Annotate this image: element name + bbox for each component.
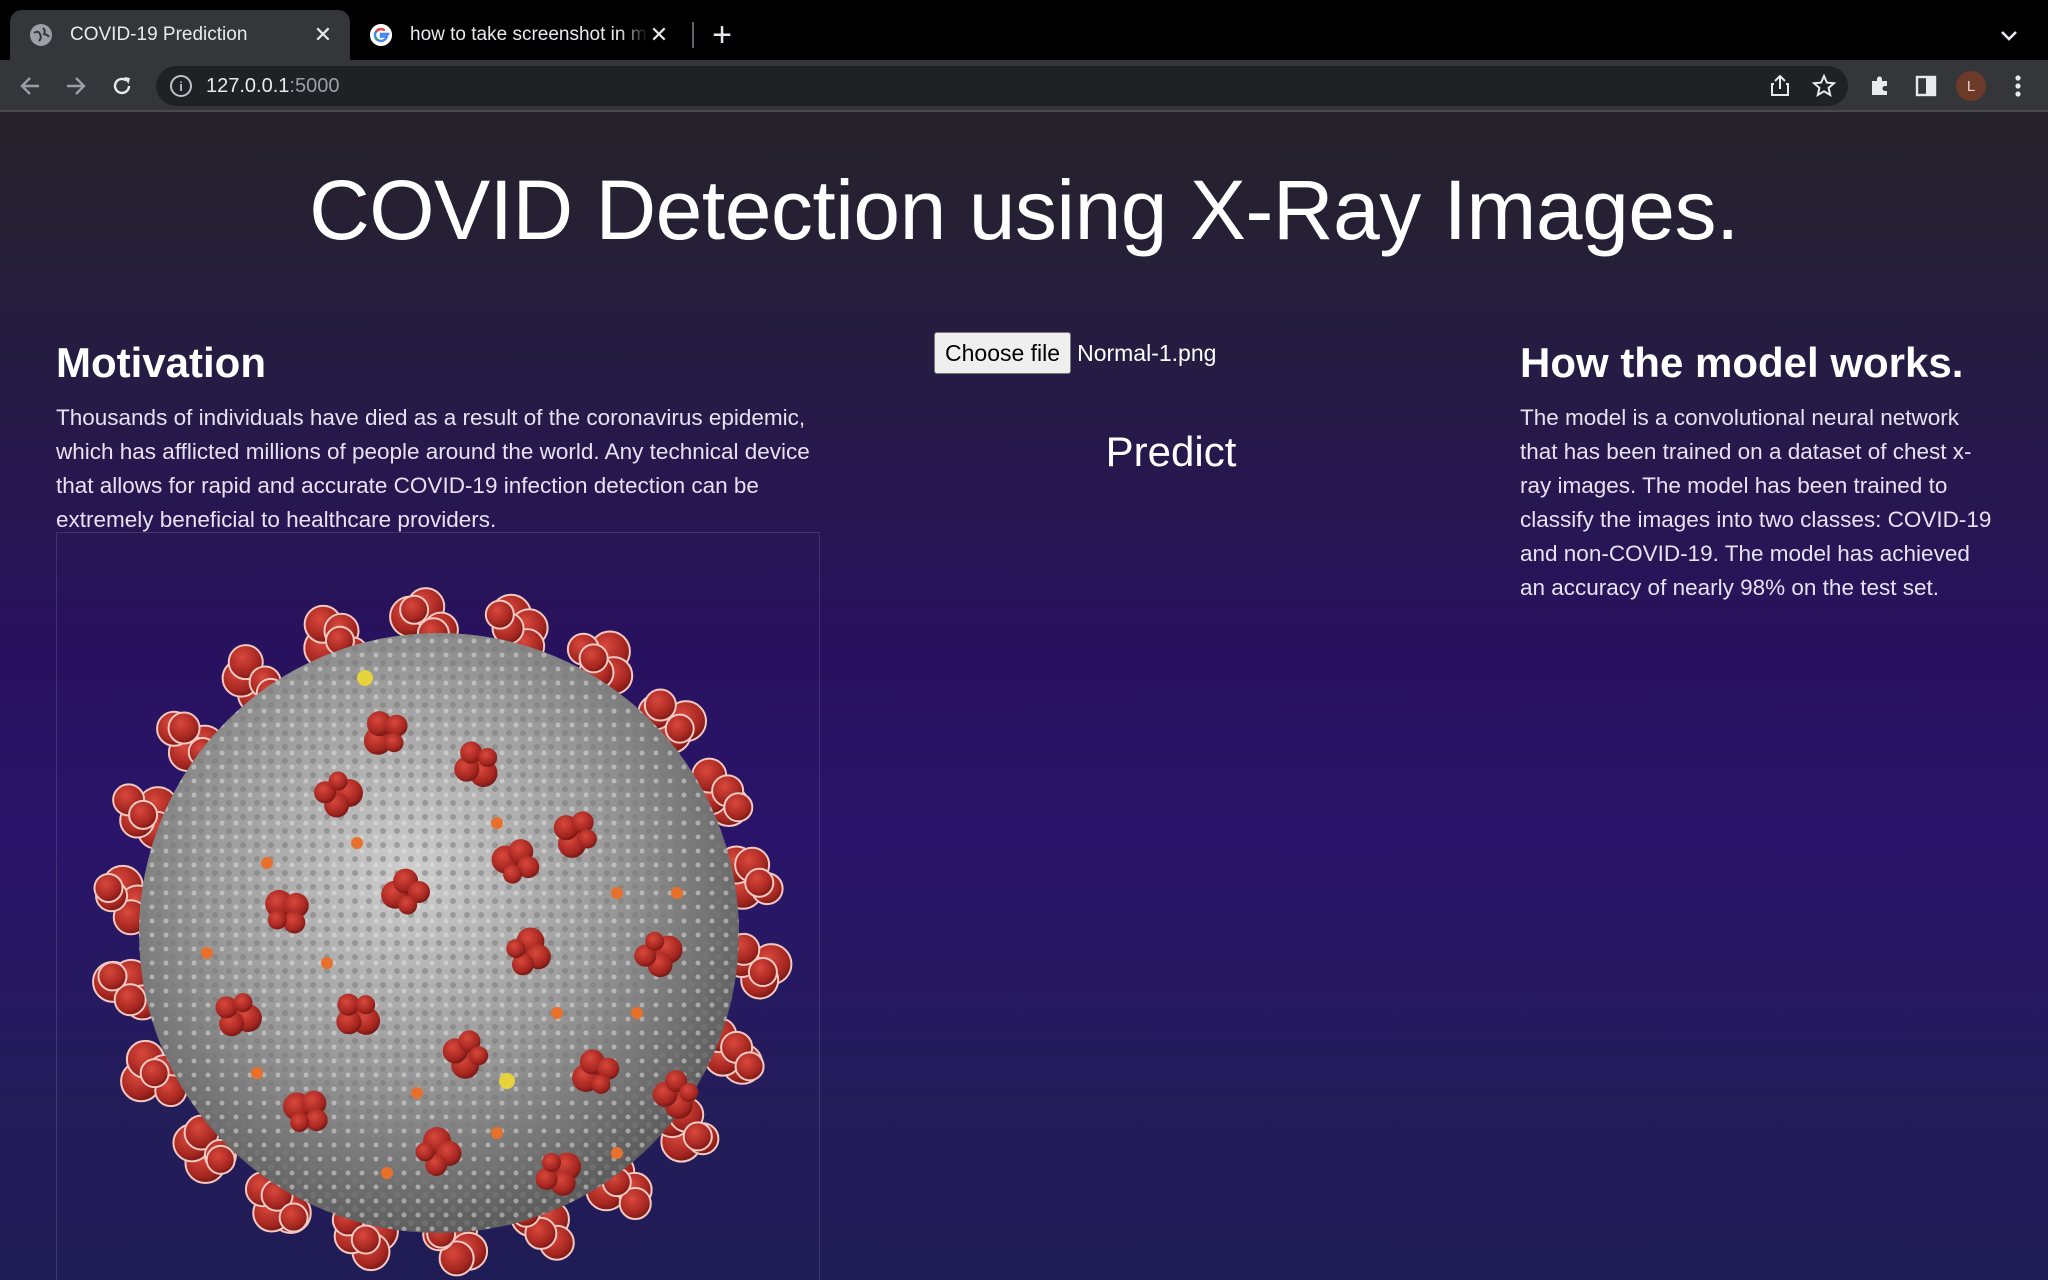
surface-spike bbox=[503, 864, 523, 884]
forward-button[interactable] bbox=[58, 68, 94, 104]
choose-file-button[interactable]: Choose file bbox=[934, 332, 1072, 374]
motivation-heading: Motivation bbox=[56, 339, 266, 386]
spike-blob bbox=[139, 1058, 170, 1089]
tab-title: how to take screenshot in mac bbox=[410, 24, 648, 45]
coronavirus-image bbox=[56, 532, 820, 1280]
surface-spike bbox=[591, 1074, 611, 1094]
web-page: COVID Detection using X-Ray Images. Moti… bbox=[0, 112, 2048, 1280]
surface-spike bbox=[328, 771, 348, 791]
spike-blob bbox=[97, 961, 128, 992]
tab-title: COVID-19 Prediction bbox=[70, 24, 248, 45]
browser-toolbar: i 127.0.0.1:5000 L bbox=[0, 60, 2048, 112]
tab-covid-prediction[interactable]: COVID-19 Prediction ✕ bbox=[10, 10, 350, 60]
surface-spike bbox=[233, 993, 253, 1013]
spike-blob bbox=[128, 799, 159, 830]
spike-blob bbox=[278, 1202, 309, 1233]
yellow-protein-dot bbox=[357, 670, 373, 686]
model-heading: How the model works. bbox=[1520, 339, 1964, 386]
surface-spike bbox=[398, 895, 418, 915]
orange-protein-dot bbox=[611, 1147, 623, 1159]
orange-protein-dot bbox=[631, 1007, 643, 1019]
forward-arrow-icon bbox=[67, 77, 86, 95]
orange-protein-dot bbox=[251, 1067, 263, 1079]
surface-spike bbox=[385, 714, 408, 737]
predict-button[interactable]: Predict bbox=[1086, 422, 1256, 482]
google-icon bbox=[370, 24, 392, 46]
site-info-icon[interactable]: i bbox=[170, 75, 192, 97]
profile-avatar[interactable]: L bbox=[1956, 71, 1986, 101]
surface-spike bbox=[384, 733, 404, 753]
orange-protein-dot bbox=[321, 957, 333, 969]
spike-blob bbox=[350, 1224, 381, 1255]
page-title: COVID Detection using X-Ray Images. bbox=[309, 163, 1739, 257]
orange-protein-dot bbox=[201, 947, 213, 959]
surface-spike bbox=[267, 910, 287, 930]
spike-blob bbox=[744, 867, 775, 898]
menu-kebab-icon[interactable] bbox=[2000, 68, 2036, 104]
orange-protein-dot bbox=[491, 817, 503, 829]
spike-blob bbox=[734, 1051, 765, 1082]
surface-spike bbox=[541, 1152, 561, 1172]
surface-spike bbox=[469, 1046, 489, 1066]
spike-blob bbox=[484, 599, 515, 630]
motivation-text: Thousands of individuals have died as a … bbox=[56, 405, 810, 532]
extensions-puzzle-icon[interactable] bbox=[1862, 68, 1898, 104]
surface-spike bbox=[283, 911, 306, 934]
surface-spike bbox=[356, 995, 376, 1015]
spike-blob bbox=[723, 792, 754, 823]
yellow-protein-dot bbox=[499, 1073, 515, 1089]
close-tab-icon[interactable]: ✕ bbox=[648, 22, 670, 47]
surface-spike bbox=[645, 931, 665, 951]
url-text: 127.0.0.1:5000 bbox=[206, 74, 340, 97]
surface-spike bbox=[679, 1082, 699, 1102]
surface-spike bbox=[415, 1142, 435, 1162]
surface-spike bbox=[577, 829, 597, 849]
side-panel-icon[interactable] bbox=[1908, 68, 1944, 104]
spike-blob bbox=[93, 872, 124, 903]
surface-spike bbox=[337, 993, 360, 1016]
surface-spike bbox=[305, 1109, 328, 1132]
close-tab-icon[interactable]: ✕ bbox=[312, 22, 334, 47]
orange-protein-dot bbox=[351, 837, 363, 849]
back-arrow-icon bbox=[20, 77, 39, 95]
spike-blob bbox=[747, 957, 778, 988]
surface-spike bbox=[478, 747, 498, 767]
spike-blob bbox=[399, 594, 430, 625]
tab-google-search[interactable]: how to take screenshot in mac ✕ bbox=[360, 10, 686, 60]
share-icon[interactable] bbox=[1766, 72, 1794, 100]
file-upload: Choose file Normal-1.png bbox=[934, 332, 1216, 374]
spike-blob bbox=[664, 713, 695, 744]
orange-protein-dot bbox=[491, 1127, 503, 1139]
selected-file-name: Normal-1.png bbox=[1077, 339, 1217, 366]
bookmark-star-icon[interactable] bbox=[1810, 72, 1838, 100]
reload-icon bbox=[113, 77, 131, 95]
model-section: How the model works. The model is a conv… bbox=[1520, 337, 2000, 605]
back-button[interactable] bbox=[12, 68, 48, 104]
new-tab-button[interactable]: + bbox=[704, 18, 740, 54]
model-text: The model is a convolutional neural netw… bbox=[1520, 405, 1992, 600]
reload-button[interactable] bbox=[104, 68, 140, 104]
surface-spike bbox=[290, 1112, 310, 1132]
orange-protein-dot bbox=[411, 1087, 423, 1099]
tab-search-chevron-icon[interactable] bbox=[1994, 18, 2024, 54]
globe-icon bbox=[30, 24, 52, 46]
spike-blob bbox=[167, 711, 201, 745]
spike-blob bbox=[205, 1144, 236, 1175]
motivation-section: Motivation Thousands of individuals have… bbox=[56, 337, 826, 537]
orange-protein-dot bbox=[551, 1007, 563, 1019]
orange-protein-dot bbox=[611, 887, 623, 899]
spike-blob bbox=[643, 688, 677, 722]
coronavirus-illustration bbox=[92, 587, 793, 1277]
orange-protein-dot bbox=[261, 857, 273, 869]
orange-protein-dot bbox=[381, 1167, 393, 1179]
tab-separator bbox=[692, 22, 694, 48]
orange-protein-dot bbox=[671, 887, 683, 899]
address-bar[interactable]: i 127.0.0.1:5000 bbox=[156, 66, 1848, 106]
surface-spike bbox=[506, 939, 526, 959]
spike-blob bbox=[682, 1121, 713, 1152]
tab-strip: COVID-19 Prediction ✕ how to take screen… bbox=[0, 0, 2048, 60]
spike-blob bbox=[578, 643, 609, 674]
